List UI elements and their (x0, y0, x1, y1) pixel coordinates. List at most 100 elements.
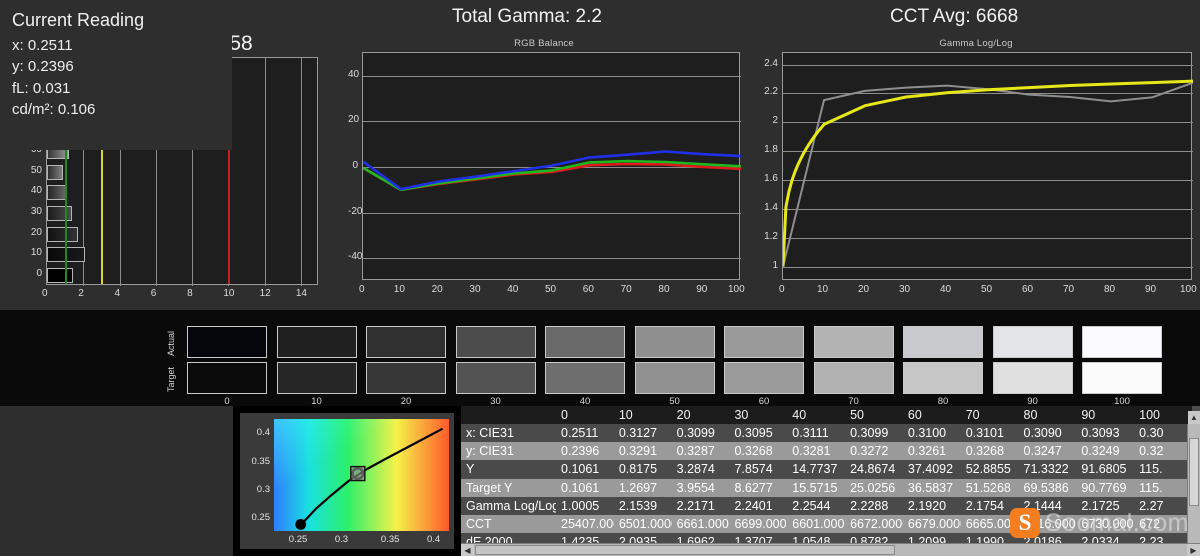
rgb-balance-lines (363, 150, 741, 192)
rgb-x-tick: 30 (469, 284, 481, 295)
table-cell: 0.3093 (1081, 426, 1120, 441)
gamma-y-tick: 2.2 (764, 86, 778, 98)
table-row: x: CIE31 0.2511 0.3127 0.3099 0.3095 0.3111 0.… (461, 424, 1192, 443)
table-cell: 0.32 (1139, 444, 1164, 459)
table-cell: 2.2288 (850, 498, 889, 513)
target-patch (187, 362, 267, 394)
deltae-y-tick: 40 (30, 185, 42, 197)
cie-x-tick: 0.25 (288, 534, 308, 545)
deltae-gridline (264, 58, 266, 286)
table-cell: 6672.0000 (850, 517, 903, 532)
gamma-x-tick: 100 (1180, 284, 1197, 295)
table-cell: 0.1061 (561, 480, 600, 495)
table-body: x: CIE31 0.2511 0.3127 0.3099 0.3095 0.3111 0.… (461, 424, 1192, 552)
table-cell: 6699.0000 (734, 517, 787, 532)
table-cell: 7.8574 (734, 462, 773, 477)
table-column-header: 60 (902, 406, 961, 424)
table-cell: 0.1061 (561, 462, 600, 477)
gamma-y-tick: 2.4 (764, 57, 778, 69)
gamma-y-tick: 1.8 (764, 144, 778, 156)
rgb-x-tick: 60 (582, 284, 594, 295)
gamma-x-tick: 50 (981, 284, 993, 295)
gamma-chart-title: Gamma Log/Log (939, 38, 1013, 49)
table-cell: 6679.0000 (907, 517, 961, 532)
scroll-right-icon[interactable]: ▶ (1187, 544, 1200, 556)
actual-patch (545, 326, 625, 358)
target-patch (634, 362, 715, 394)
target-patch (545, 362, 625, 394)
horizontal-scroll-thumb[interactable] (475, 545, 895, 555)
table-cell: 37.4092 (907, 462, 954, 477)
gamma-y-tick: 1.2 (764, 230, 778, 242)
deltae-bar (47, 226, 78, 242)
table-column-header: 70 (960, 406, 1019, 424)
table-column-header: 50 (845, 406, 903, 424)
table-cell: 0.3099 (850, 426, 889, 441)
table-cell: 0.2396 (561, 444, 600, 459)
table-cell: 0.3272 (850, 444, 889, 459)
actual-patch (992, 326, 1073, 358)
table-cell: 36.5837 (907, 480, 954, 495)
cie-x-tick: 0.4 (426, 534, 441, 545)
target-patch (724, 362, 804, 394)
cie-y-tick: 0.35 (251, 455, 271, 467)
table-row: Target Y 0.1061 1.2697 3.9554 8.6277 15.5715 2… (461, 478, 1192, 497)
actual-patch (724, 326, 804, 358)
table-column-header: 0 (556, 406, 614, 424)
rgb-x-tick: 40 (507, 284, 519, 295)
table-cell: 90.7769 (1081, 480, 1127, 495)
rgb-y-tick: -40 (348, 251, 363, 263)
table-row-label: Target Y (466, 480, 513, 495)
rgb-y-tick: 40 (348, 68, 360, 80)
table-cell: 0.3281 (792, 444, 831, 459)
table-cell: 2.1725 (1081, 498, 1120, 513)
table-cell: 1.2697 (618, 480, 658, 495)
table-cell: 6661.0000 (676, 517, 730, 532)
gamma-x-tick: 60 (1022, 284, 1034, 295)
target-patch (813, 362, 894, 394)
rgb-y-tick: 20 (348, 114, 360, 126)
deltae-y-tick: 0 (36, 268, 42, 280)
table-cell: 115. (1139, 462, 1163, 477)
rgb-x-tick: 0 (359, 284, 365, 295)
table-column-header: 10 (613, 406, 672, 424)
deltae-x-tick: 6 (150, 288, 157, 299)
table-cell: 115. (1139, 480, 1163, 495)
rgb-x-tick: 20 (431, 284, 443, 295)
cct-average-readout: CCT Avg: 6668 (890, 6, 1019, 27)
table-cell: 3.9554 (676, 480, 715, 495)
cie-chromaticity-panel[interactable]: 0.25 0.3 0.35 0.4 0.25 0.3 0.35 0.4 (233, 406, 461, 556)
gamma-y-tick: 1 (772, 259, 778, 271)
gamma-y-tick: 1.4 (764, 201, 778, 213)
vertical-scroll-thumb[interactable] (1189, 438, 1199, 506)
table-cell: 91.6805 (1081, 462, 1127, 477)
rgb-x-tick: 70 (620, 284, 632, 295)
table-cell: 2.2544 (792, 498, 831, 513)
rgb-x-tick: 50 (545, 284, 557, 295)
table-cell: 0.3249 (1081, 444, 1120, 459)
deltae-y-tick: 30 (30, 205, 42, 217)
target-patch (366, 362, 446, 394)
deltae-x-tick: 0 (42, 288, 48, 299)
table-row-label: y: CIE31 (466, 444, 514, 459)
cie-x-tick: 0.35 (380, 534, 400, 545)
cie-x-tick: 0.3 (334, 534, 349, 545)
rgb-balance-chart-panel: RGB Balance -40 -20 0 20 40 0 10 20 30 40 50 60 70 80… (348, 38, 745, 300)
actual-patch (813, 326, 894, 358)
scroll-up-icon[interactable]: ▲ (1188, 411, 1200, 424)
measurements-table-panel[interactable]: 0 10 20 30 40 50 60 70 80 90 100 x: CIE31 0.2511 0.3… (461, 406, 1200, 556)
gamma-chart-panel: Gamma Log/Log 1 1.2 1.4 1.6 1.8 2 2.2 2.4 0 10 20 3… (760, 38, 1197, 300)
gamma-x-tick: 30 (899, 284, 911, 295)
table-cell: 6601.0000 (792, 517, 845, 532)
actual-patch (366, 326, 446, 358)
table-column-header: 90 (1076, 406, 1135, 424)
gamma-x-tick: 0 (779, 284, 785, 295)
table-vertical-scrollbar[interactable]: ▲ ▼ (1187, 411, 1200, 556)
table-cell: 0.3090 (1023, 426, 1062, 441)
table-cell: 0.3099 (676, 426, 715, 441)
table-cell: 14.7737 (792, 462, 838, 477)
gamma-x-tick: 10 (817, 284, 829, 295)
total-gamma-readout: Total Gamma: 2.2 (452, 6, 602, 27)
scroll-left-icon[interactable]: ◀ (461, 544, 474, 556)
table-horizontal-scrollbar[interactable]: ◀ ▶ (461, 543, 1200, 556)
